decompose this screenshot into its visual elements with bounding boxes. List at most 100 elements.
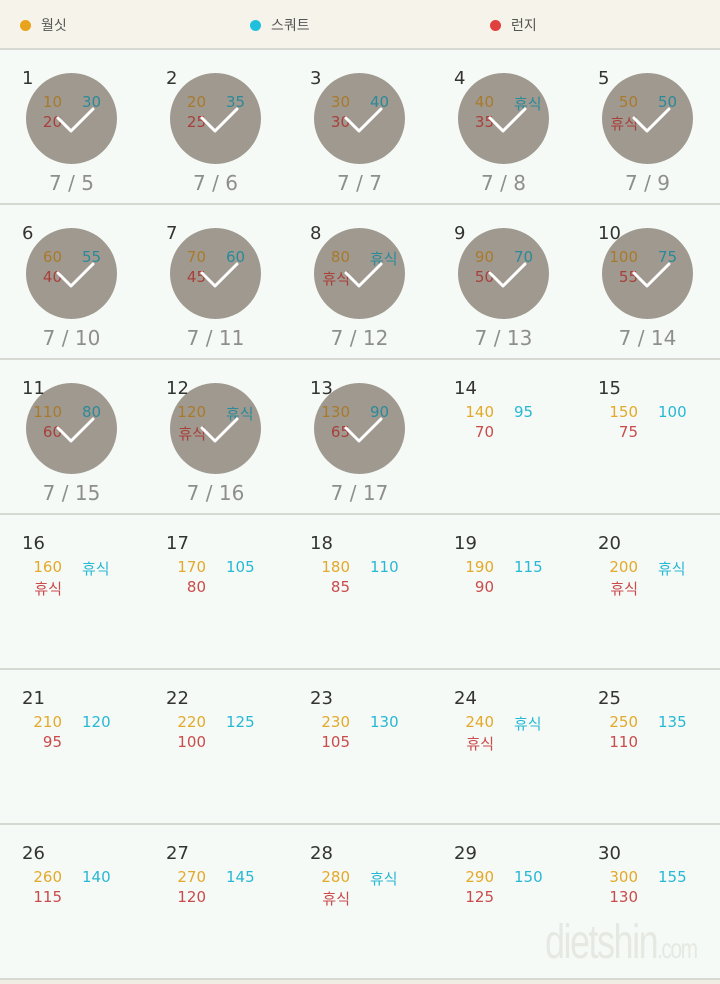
legend-bar: 월싯 스쿼트 런지 xyxy=(0,0,720,50)
day-cell[interactable]: 26 260 140 115 xyxy=(0,825,144,978)
legend-label: 월싯 xyxy=(41,18,67,34)
lunge-value: 휴식 xyxy=(34,580,62,598)
completed-date: 7 / 7 xyxy=(337,171,382,195)
squat-value: 105 xyxy=(226,558,255,576)
day-cell[interactable]: 11 110 80 60 7 / 15 xyxy=(0,360,144,513)
day-number: 25 xyxy=(598,688,621,709)
squat-value: 130 xyxy=(370,713,399,731)
squat-dot-icon xyxy=(250,19,261,31)
squat-value: 125 xyxy=(226,713,255,731)
day-cell[interactable]: 25 250 135 110 xyxy=(576,670,720,823)
checkmark-icon xyxy=(344,417,383,443)
lunge-value: 휴식 xyxy=(466,735,494,753)
day-number: 17 xyxy=(166,533,189,554)
lunge-value: 110 xyxy=(609,733,638,751)
completed-date: 7 / 15 xyxy=(42,481,101,505)
day-cell[interactable]: 16 160 휴식 휴식 xyxy=(0,515,144,668)
day-number: 26 xyxy=(22,843,45,864)
checkmark-icon xyxy=(200,262,239,288)
day-number: 21 xyxy=(22,688,45,709)
day-number: 29 xyxy=(454,843,477,864)
squat-value: 100 xyxy=(658,403,687,421)
day-cell[interactable]: 22 220 125 100 xyxy=(144,670,288,823)
day-number: 27 xyxy=(166,843,189,864)
squat-value: 120 xyxy=(82,713,111,731)
day-cell[interactable]: 15 150 100 75 xyxy=(576,360,720,513)
squat-value: 휴식 xyxy=(82,560,110,578)
legend-label: 런지 xyxy=(511,18,537,34)
lunge-value: 85 xyxy=(330,578,350,596)
squat-value: 95 xyxy=(514,403,534,421)
checkmark-icon xyxy=(344,107,383,133)
day-number: 28 xyxy=(310,843,333,864)
day-cell[interactable]: 12 120 휴식 휴식 7 / 16 xyxy=(144,360,288,513)
day-cell[interactable]: 21 210 120 95 xyxy=(0,670,144,823)
day-cell[interactable]: 20 200 휴식 휴식 xyxy=(576,515,720,668)
wallsit-value: 220 xyxy=(177,713,206,731)
checkmark-icon xyxy=(200,107,239,133)
day-cell[interactable]: 1 10 30 20 7 / 5 xyxy=(0,50,144,203)
lunge-value: 70 xyxy=(474,423,494,441)
completed-date: 7 / 6 xyxy=(193,171,238,195)
day-cell[interactable]: 27 270 145 120 xyxy=(144,825,288,978)
completed-date: 7 / 12 xyxy=(330,326,389,350)
watermark-logo: dietshin.com xyxy=(545,915,698,970)
checkmark-icon xyxy=(56,417,95,443)
squat-value: 휴식 xyxy=(370,870,398,888)
day-number: 15 xyxy=(598,378,621,399)
day-cell[interactable]: 7 70 60 45 7 / 11 xyxy=(144,205,288,358)
day-cell[interactable]: 4 40 휴식 35 7 / 8 xyxy=(432,50,576,203)
wallsit-value: 240 xyxy=(465,713,494,731)
wallsit-value: 170 xyxy=(177,558,206,576)
challenge-calendar: 1 10 30 20 7 / 5 2 20 35 25 7 / 6 3 30 40 30 7 / 7 4 40 휴… xyxy=(0,50,720,980)
day-cell[interactable]: 5 50 50 휴식 7 / 9 xyxy=(576,50,720,203)
wallsit-value: 270 xyxy=(177,868,206,886)
wallsit-value: 200 xyxy=(609,558,638,576)
lunge-value: 90 xyxy=(474,578,494,596)
day-number: 19 xyxy=(454,533,477,554)
day-cell[interactable]: 18 180 110 85 xyxy=(288,515,432,668)
completed-date: 7 / 11 xyxy=(186,326,245,350)
day-cell[interactable]: 3 30 40 30 7 / 7 xyxy=(288,50,432,203)
day-cell[interactable]: 13 130 90 65 7 / 17 xyxy=(288,360,432,513)
day-cell[interactable]: 9 90 70 50 7 / 13 xyxy=(432,205,576,358)
wallsit-dot-icon xyxy=(20,19,31,31)
legend-item-squat: 스쿼트 xyxy=(250,15,310,35)
checkmark-icon xyxy=(56,107,95,133)
wallsit-value: 250 xyxy=(609,713,638,731)
wallsit-value: 140 xyxy=(465,403,494,421)
checkmark-icon xyxy=(488,262,527,288)
completed-date: 7 / 8 xyxy=(481,171,526,195)
lunge-dot-icon xyxy=(490,19,501,31)
squat-value: 155 xyxy=(658,868,687,886)
legend-label: 스쿼트 xyxy=(271,18,310,34)
day-number: 23 xyxy=(310,688,333,709)
day-cell[interactable]: 19 190 115 90 xyxy=(432,515,576,668)
checkmark-icon xyxy=(632,262,671,288)
squat-value: 150 xyxy=(514,868,543,886)
wallsit-value: 190 xyxy=(465,558,494,576)
day-cell[interactable]: 24 240 휴식 휴식 xyxy=(432,670,576,823)
wallsit-value: 280 xyxy=(321,868,350,886)
watermark-suffix: .com xyxy=(657,933,698,964)
squat-value: 115 xyxy=(514,558,543,576)
day-cell[interactable]: 23 230 130 105 xyxy=(288,670,432,823)
wallsit-value: 300 xyxy=(609,868,638,886)
day-number: 24 xyxy=(454,688,477,709)
completed-date: 7 / 14 xyxy=(618,326,677,350)
squat-value: 휴식 xyxy=(514,715,542,733)
day-cell[interactable]: 28 280 휴식 휴식 xyxy=(288,825,432,978)
day-cell[interactable]: 14 140 95 70 xyxy=(432,360,576,513)
lunge-value: 95 xyxy=(42,733,62,751)
wallsit-value: 260 xyxy=(33,868,62,886)
legend-item-wallsit: 월싯 xyxy=(20,15,67,35)
day-number: 14 xyxy=(454,378,477,399)
day-cell[interactable]: 17 170 105 80 xyxy=(144,515,288,668)
completed-date: 7 / 13 xyxy=(474,326,533,350)
day-cell[interactable]: 2 20 35 25 7 / 6 xyxy=(144,50,288,203)
squat-value: 145 xyxy=(226,868,255,886)
day-cell[interactable]: 10 100 75 55 7 / 14 xyxy=(576,205,720,358)
week-row: 1 10 30 20 7 / 5 2 20 35 25 7 / 6 3 30 40 30 7 / 7 4 40 휴… xyxy=(0,50,720,205)
day-cell[interactable]: 6 60 55 40 7 / 10 xyxy=(0,205,144,358)
day-cell[interactable]: 8 80 휴식 휴식 7 / 12 xyxy=(288,205,432,358)
